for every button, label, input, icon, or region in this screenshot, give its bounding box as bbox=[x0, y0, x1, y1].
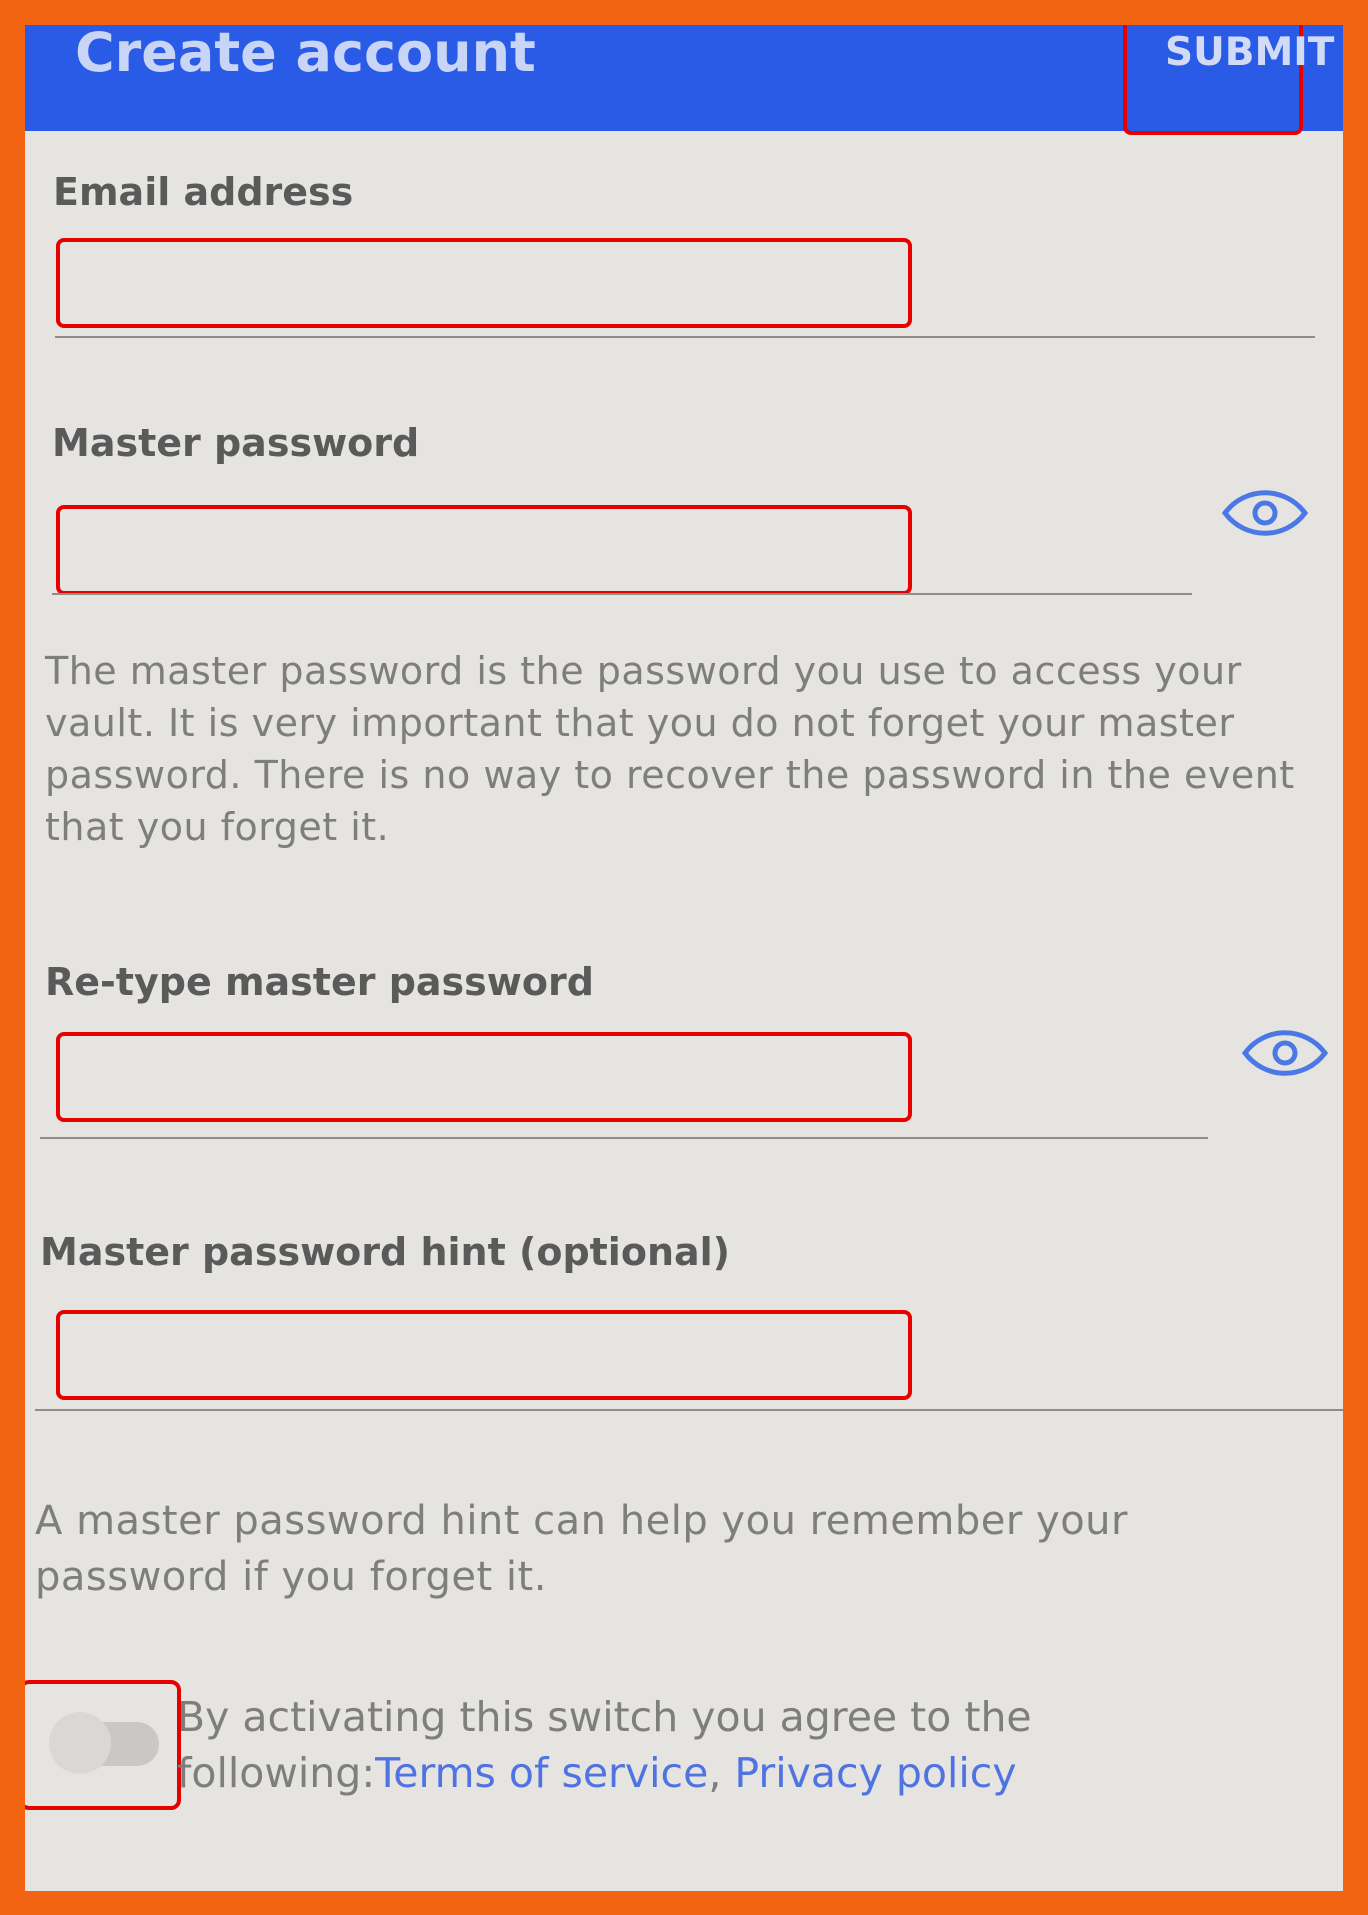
hint-underline bbox=[35, 1409, 1343, 1411]
app-bar: Create account SUBMIT bbox=[25, 25, 1343, 135]
hint-field[interactable] bbox=[60, 1314, 908, 1396]
agree-switch[interactable] bbox=[25, 1680, 181, 1810]
hint-help-text: A master password hint can help you reme… bbox=[35, 1498, 1128, 1600]
email-field[interactable] bbox=[60, 242, 908, 324]
retype-password-underline bbox=[40, 1137, 1208, 1139]
link-separator: , bbox=[708, 1749, 735, 1797]
master-password-label: Master password bbox=[52, 421, 420, 465]
privacy-policy-link[interactable]: Privacy policy bbox=[734, 1749, 1016, 1797]
hint-field-box[interactable] bbox=[56, 1310, 912, 1400]
page-title: Create account bbox=[75, 25, 536, 84]
eye-icon[interactable] bbox=[1240, 1028, 1330, 1078]
hint-label: Master password hint (optional) bbox=[40, 1230, 731, 1274]
submit-button[interactable]: SUBMIT bbox=[1123, 25, 1334, 135]
master-password-underline bbox=[52, 593, 1192, 595]
email-field-box[interactable] bbox=[56, 238, 912, 328]
email-label: Email address bbox=[53, 170, 354, 214]
switch-knob bbox=[49, 1712, 111, 1774]
master-password-field[interactable] bbox=[60, 509, 908, 591]
master-password-field-box[interactable] bbox=[56, 505, 912, 595]
retype-password-label: Re-type master password bbox=[45, 960, 594, 1004]
retype-password-field[interactable] bbox=[60, 1036, 908, 1118]
terms-of-service-link[interactable]: Terms of service bbox=[375, 1749, 708, 1797]
agreement-text: By activating this switch you agree to t… bbox=[177, 1689, 1177, 1801]
create-account-screen: Create account SUBMIT Email address Mast… bbox=[25, 25, 1343, 1891]
email-underline bbox=[55, 336, 1315, 338]
retype-password-field-box[interactable] bbox=[56, 1032, 912, 1122]
eye-icon[interactable] bbox=[1220, 488, 1310, 538]
master-password-help-text: The master password is the password you … bbox=[45, 649, 1295, 849]
